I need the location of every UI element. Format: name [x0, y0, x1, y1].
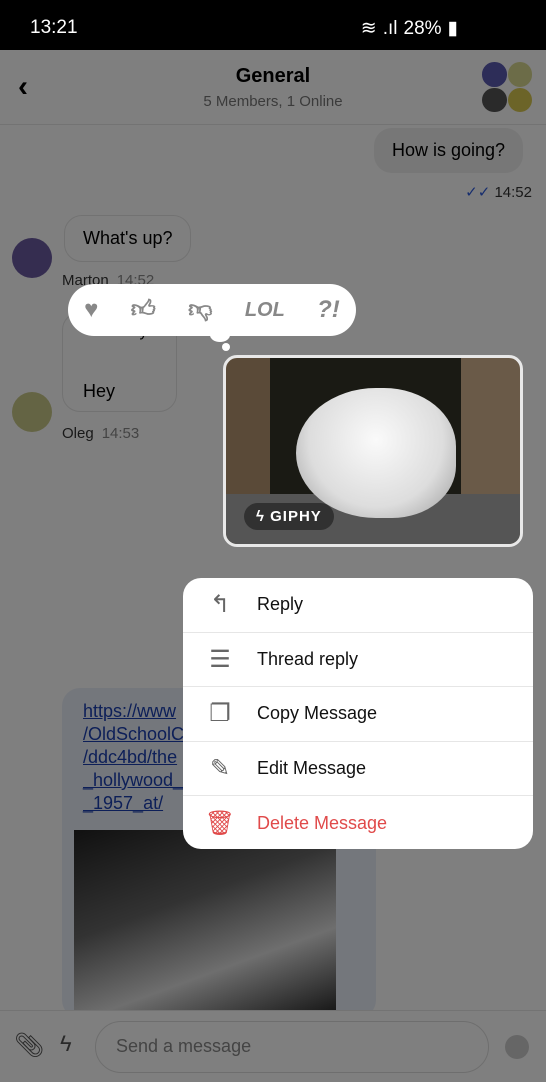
- giphy-image[interactable]: ϟ GIPHY: [223, 355, 523, 547]
- wut-reaction[interactable]: ?!: [317, 296, 340, 324]
- reaction-tail: [222, 343, 230, 351]
- trash-icon: 🗑︎: [204, 809, 236, 837]
- message-actions-menu: ↰ Reply ☰ Thread reply ❐ Copy Message ✎ Edit…: [183, 578, 533, 849]
- menu-label: Edit Message: [257, 757, 367, 778]
- menu-item-delete[interactable]: 🗑︎ Delete Message: [183, 796, 533, 849]
- status-time: 13:21: [30, 17, 78, 38]
- reaction-tail: [210, 328, 230, 342]
- menu-label: Copy Message: [257, 703, 378, 724]
- heart-icon[interactable]: ♥: [84, 296, 98, 324]
- giphy-label: GIPHY: [270, 508, 322, 525]
- status-icons: ≋ .ıl 28% ▮: [361, 17, 458, 40]
- reply-icon: ↰: [209, 591, 231, 619]
- reaction-picker: ♥ 👍︎ 👎︎ LOL ?!: [68, 284, 356, 336]
- lol-reaction[interactable]: LOL: [245, 299, 285, 322]
- menu-item-reply[interactable]: ↰ Reply: [183, 578, 533, 633]
- menu-label: Delete Message: [257, 812, 388, 833]
- battery-icon: ▮: [447, 18, 458, 39]
- thread-icon: ☰: [209, 645, 231, 673]
- giphy-badge: ϟ GIPHY: [244, 503, 334, 530]
- menu-label: Reply: [257, 594, 304, 615]
- signal-icon: .ıl: [382, 17, 398, 39]
- menu-item-copy[interactable]: ❐ Copy Message: [183, 687, 533, 742]
- menu-item-thread-reply[interactable]: ☰ Thread reply: [183, 633, 533, 687]
- wifi-icon: ≋: [360, 18, 377, 39]
- pencil-icon: ✎: [209, 754, 231, 782]
- cat-image: [296, 388, 456, 518]
- menu-label: Thread reply: [257, 648, 359, 669]
- battery-text: 28%: [403, 17, 442, 39]
- menu-item-edit[interactable]: ✎ Edit Message: [183, 742, 533, 796]
- modal-overlay[interactable]: [0, 50, 546, 1082]
- thumbs-down-icon[interactable]: 👎︎: [188, 296, 212, 324]
- copy-icon: ❐: [209, 700, 231, 728]
- status-bar: 13:21 ≋ .ıl 28% ▮: [0, 0, 546, 50]
- thumbs-up-icon[interactable]: 👍︎: [131, 296, 156, 324]
